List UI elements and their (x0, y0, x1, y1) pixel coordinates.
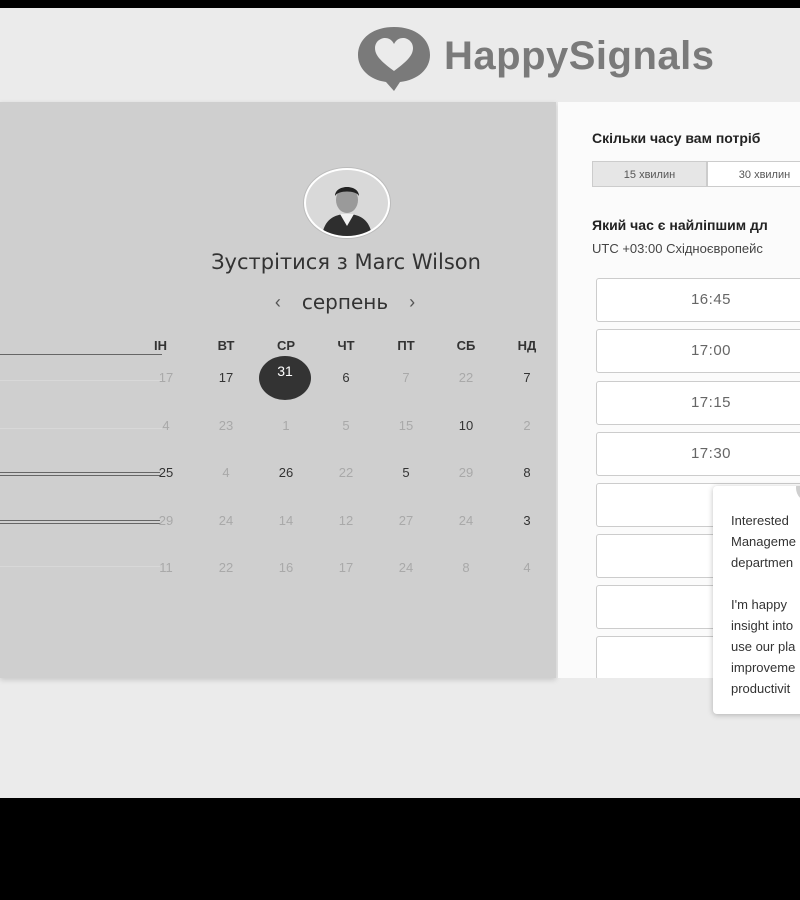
calendar-day[interactable]: 15 (386, 416, 426, 436)
calendar-day[interactable]: 26 (266, 463, 306, 483)
booking-page: HappySignals Зустрітися з Marc Wilson ‹ … (0, 8, 800, 798)
calendar-day[interactable]: 5 (326, 416, 366, 436)
calendar-day[interactable]: 14 (266, 511, 306, 531)
month-navigation: ‹ серпень › (250, 287, 440, 317)
calendar-row-line (0, 380, 162, 381)
calendar-day[interactable]: 25 (146, 463, 186, 483)
chat-popup[interactable]: Interested Manageme departmen I'm happy … (713, 486, 800, 714)
calendar-day[interactable]: 27 (386, 511, 426, 531)
close-icon[interactable] (796, 486, 800, 502)
calendar-row-line (0, 566, 160, 567)
month-label: серпень (301, 290, 389, 314)
weekday-monday-partial: ІН (154, 338, 167, 353)
time-slot-button[interactable]: 16:45 (596, 278, 800, 322)
calendar-day[interactable]: 22 (446, 368, 486, 388)
calendar-day[interactable]: 11 (146, 558, 186, 578)
calendar-day[interactable]: 4 (507, 558, 547, 578)
calendar-day[interactable]: 24 (446, 511, 486, 531)
brand-logo[interactable]: HappySignals (356, 21, 715, 91)
calendar-day[interactable]: 24 (386, 558, 426, 578)
prev-month-button[interactable]: ‹ (264, 292, 292, 313)
weekday-wed: СР (276, 338, 296, 353)
calendar-day[interactable]: 7 (507, 368, 547, 388)
bottom-black-bar (0, 798, 800, 900)
host-avatar (304, 168, 390, 238)
calendar-row-line (0, 354, 162, 355)
weekday-sun: НД (517, 338, 537, 353)
top-black-bar (0, 0, 800, 8)
calendar-day[interactable]: 6 (326, 368, 366, 388)
popup-line: Manageme (731, 534, 797, 549)
popup-line: productivit (731, 681, 791, 696)
calendar-day[interactable]: 5 (386, 463, 426, 483)
calendar-day[interactable]: 17 (206, 368, 246, 388)
duration-15-button[interactable]: 15 хвилин (592, 161, 707, 187)
calendar-day[interactable]: 29 (446, 463, 486, 483)
calendar-panel: Зустрітися з Marc Wilson ‹ серпень › ІН … (0, 102, 556, 678)
time-question: Який час є найліпшим дл (592, 217, 768, 233)
calendar-day[interactable]: 1 (266, 416, 306, 436)
calendar-day[interactable]: 2 (507, 416, 547, 436)
calendar-day[interactable]: 4 (146, 416, 186, 436)
calendar-day[interactable]: 8 (507, 463, 547, 483)
calendar-day[interactable]: 22 (326, 463, 366, 483)
popup-line: Interested (731, 513, 789, 528)
calendar-day[interactable]: 7 (386, 368, 426, 388)
calendar-day[interactable]: 29 (146, 511, 186, 531)
time-slot-button[interactable]: 17:00 (596, 329, 800, 373)
popup-line: use our pla (731, 639, 796, 654)
header: HappySignals (0, 8, 800, 102)
popup-line: improveme (731, 660, 796, 675)
weekday-thu: ЧТ (337, 338, 355, 353)
calendar-day[interactable]: 12 (326, 511, 366, 531)
calendar-day[interactable]: 16 (266, 558, 306, 578)
duration-tabs: 15 хвилин 30 хвилин (592, 161, 800, 187)
calendar-row-line (0, 472, 160, 476)
heart-chat-icon (356, 23, 432, 91)
calendar-day[interactable]: 23 (206, 416, 246, 436)
calendar-day[interactable]: 17 (326, 558, 366, 578)
duration-question: Скільки часу вам потріб (592, 130, 761, 146)
time-slot-button[interactable]: 17:15 (596, 381, 800, 425)
calendar-day[interactable]: 4 (206, 463, 246, 483)
weekday-sat: СБ (456, 338, 476, 353)
calendar-day[interactable]: 24 (206, 511, 246, 531)
calendar-row-line (0, 428, 162, 429)
calendar-day[interactable]: 22 (206, 558, 246, 578)
calendar-day[interactable]: 10 (446, 416, 486, 436)
popup-line: departmen (731, 555, 794, 570)
weekday-tue: ВТ (217, 338, 235, 353)
calendar-day-selected[interactable]: 31 (259, 356, 311, 400)
brand-name: HappySignals (444, 33, 715, 78)
timezone-label[interactable]: UTC +03:00 Східноєвропейс (592, 241, 763, 256)
duration-30-button[interactable]: 30 хвилин (707, 161, 800, 187)
calendar-day[interactable]: 3 (507, 511, 547, 531)
calendar-day[interactable]: 17 (146, 368, 186, 388)
time-slot-button[interactable]: 17:30 (596, 432, 800, 476)
popup-line: I'm happy (731, 597, 787, 612)
calendar-day[interactable]: 8 (446, 558, 486, 578)
next-month-button[interactable]: › (398, 292, 426, 313)
calendar-row-line (0, 520, 160, 524)
popup-line: insight into (731, 618, 794, 633)
weekday-fri: ПТ (397, 338, 415, 353)
